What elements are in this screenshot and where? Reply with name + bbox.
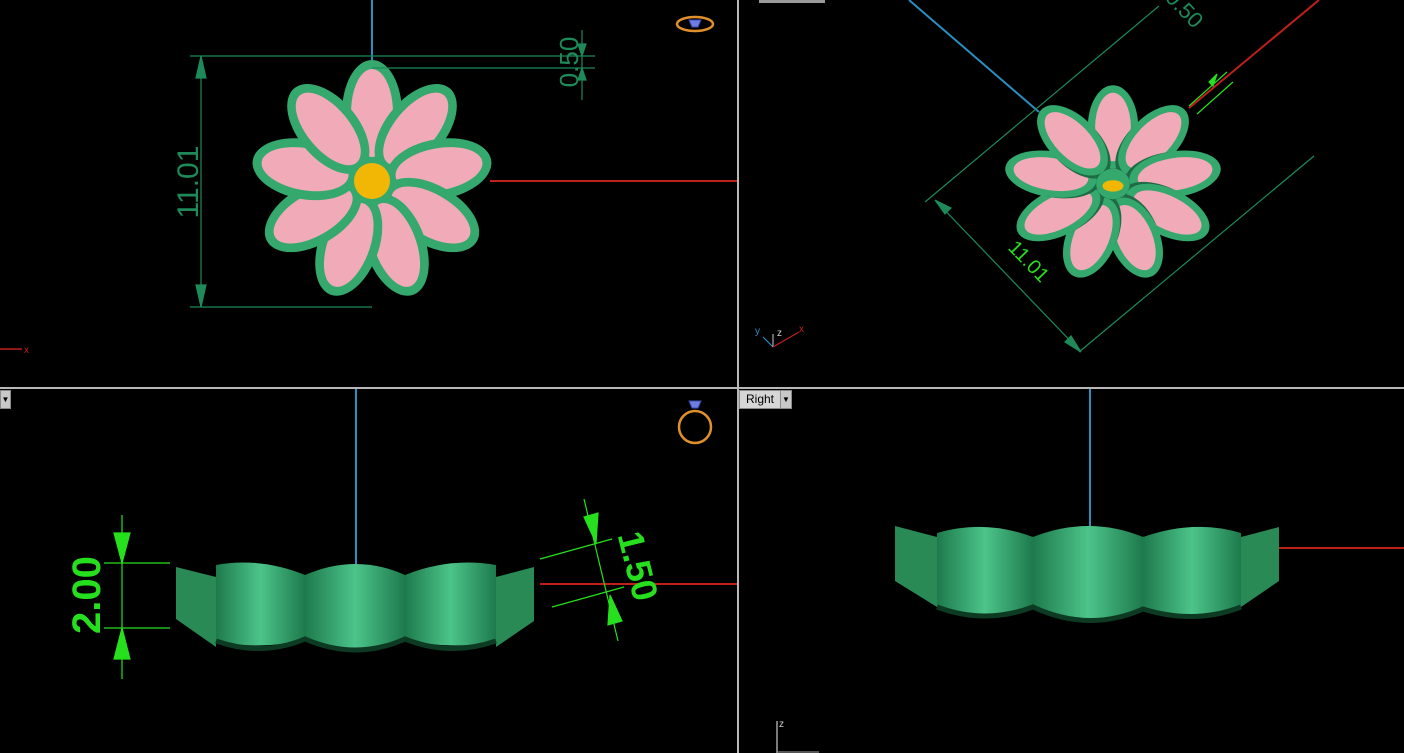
dimension-depth[interactable] [539, 498, 625, 642]
flower-side-body [176, 562, 534, 653]
viewport-front[interactable]: ▼ 2.00 1.50 [0, 389, 737, 753]
viewport-divider-horizontal[interactable] [0, 387, 1404, 389]
right-view-canvas: z [776, 389, 1404, 753]
svg-text:x: x [799, 324, 804, 335]
top-view-canvas: 11.01 0.50 x [0, 0, 737, 356]
dimension-wall[interactable] [1188, 71, 1234, 115]
flower-top-view [247, 60, 497, 305]
svg-text:y: y [755, 326, 760, 337]
viewport-divider-vertical[interactable] [737, 0, 739, 753]
dimension-height-label: 11.01 [172, 146, 205, 219]
svg-text:z: z [777, 328, 782, 339]
axis-tripod-icon: y z x [755, 324, 804, 348]
axis-x-label: x [24, 345, 29, 356]
viewport-top[interactable]: 11.01 0.50 x [0, 0, 737, 387]
flower-side-body [895, 526, 1279, 623]
dimension-height-label: 2.00 [65, 556, 109, 634]
ring-gem-icon[interactable] [675, 15, 715, 33]
flower-center [1102, 180, 1124, 192]
ring-icon[interactable] [677, 400, 713, 445]
svg-text:z: z [779, 719, 784, 730]
dimension-wall-label: 0.50 [1161, 0, 1209, 33]
axis-tripod-icon: z [776, 719, 819, 753]
x-axis-line [1188, 0, 1320, 109]
dimension-height[interactable] [104, 515, 170, 679]
dimension-depth-label: 1.50 [610, 527, 667, 605]
front-view-canvas: 2.00 1.50 [65, 389, 737, 679]
z-axis-line [908, 0, 1040, 113]
flower-center [354, 163, 390, 199]
perspective-canvas: 11.01 0.50 y z x [755, 0, 1320, 353]
viewport-right[interactable]: Right ▼ z [739, 389, 1404, 753]
dimension-wall-label: 0.50 [554, 37, 584, 88]
viewport-perspective[interactable]: 11.01 0.50 y z x [739, 0, 1404, 387]
